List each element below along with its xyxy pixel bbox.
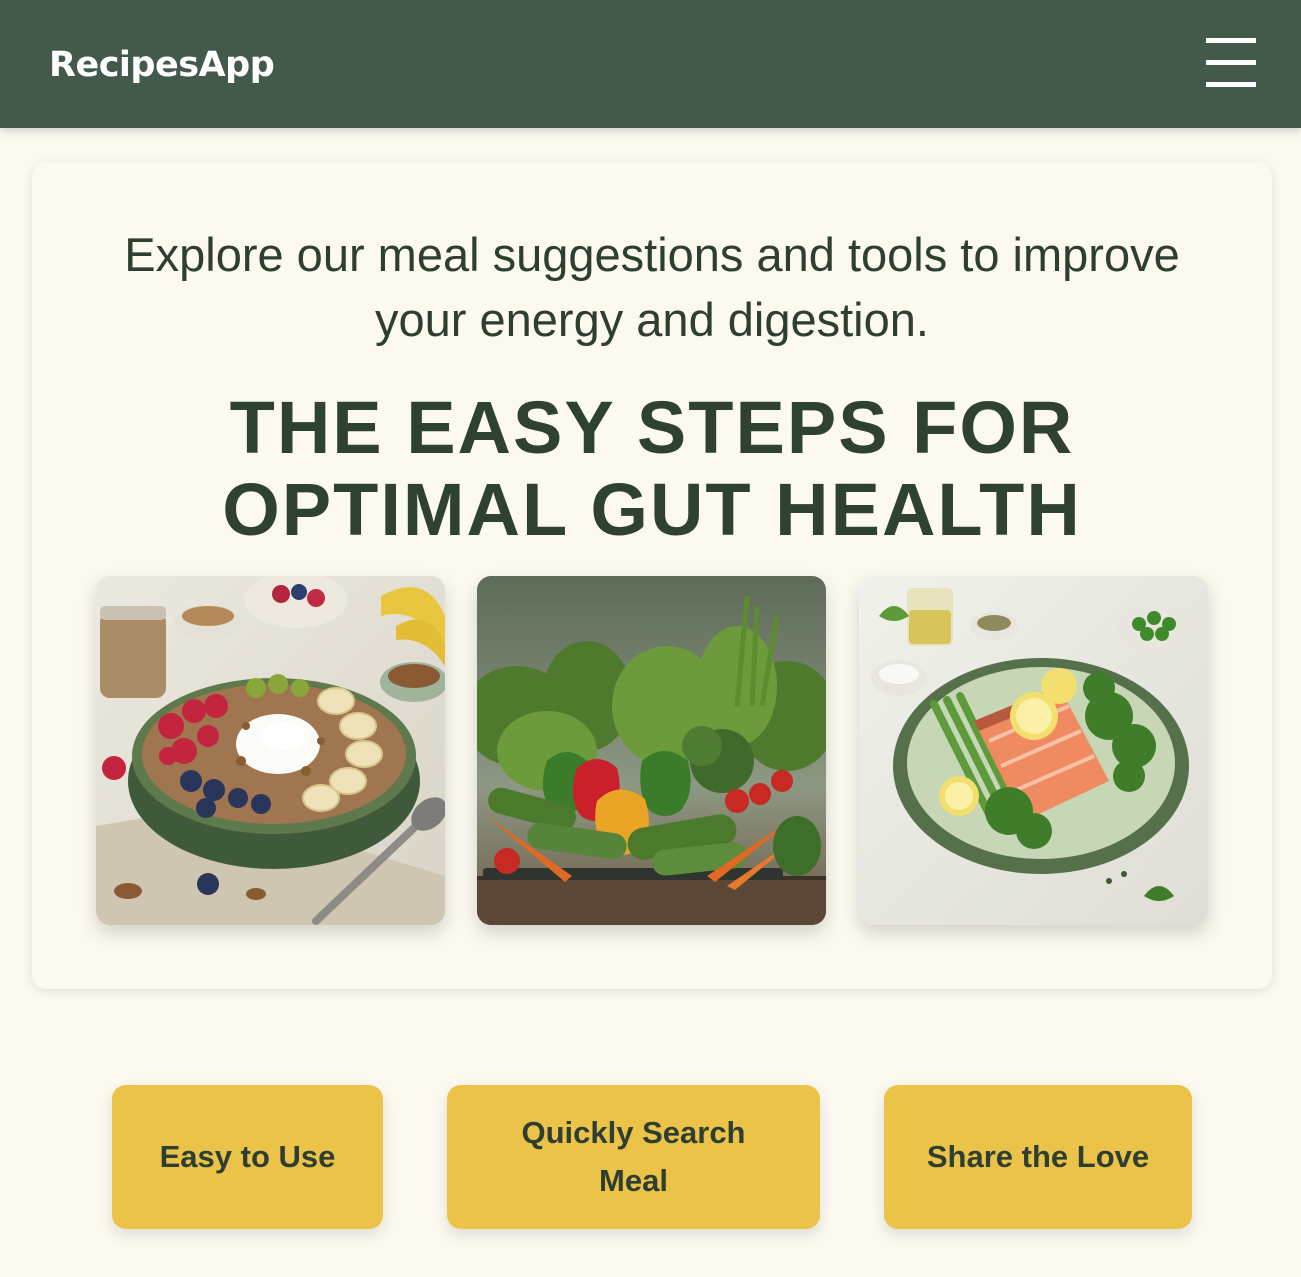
salmon-plate-photo — [859, 576, 1208, 925]
yogurt-bowl-photo — [96, 576, 445, 925]
easy-to-use-button[interactable]: Easy to Use — [112, 1085, 383, 1229]
menu-bar — [1206, 60, 1256, 65]
quickly-search-meal-button[interactable]: Quickly Search Meal — [447, 1085, 820, 1229]
hero-intro-text: Explore our meal suggestions and tools t… — [124, 228, 1180, 346]
hamburger-menu-icon[interactable] — [1206, 38, 1256, 88]
quickly-search-meal-label: Quickly Search Meal — [521, 1115, 746, 1198]
share-the-love-button[interactable]: Share the Love — [884, 1085, 1192, 1229]
easy-to-use-label: Easy to Use — [159, 1139, 336, 1174]
menu-bar — [1206, 38, 1256, 43]
menu-bar — [1206, 82, 1256, 87]
hero-title: THE EASY STEPS FOR OPTIMAL GUT HEALTH — [222, 386, 1082, 551]
hero-card: Explore our meal suggestions and tools t… — [32, 162, 1272, 989]
top-navbar: RecipesApp — [0, 0, 1301, 128]
brand-logo[interactable]: RecipesApp — [49, 40, 275, 90]
vegetables-photo — [477, 576, 826, 925]
share-the-love-label: Share the Love — [926, 1139, 1150, 1174]
